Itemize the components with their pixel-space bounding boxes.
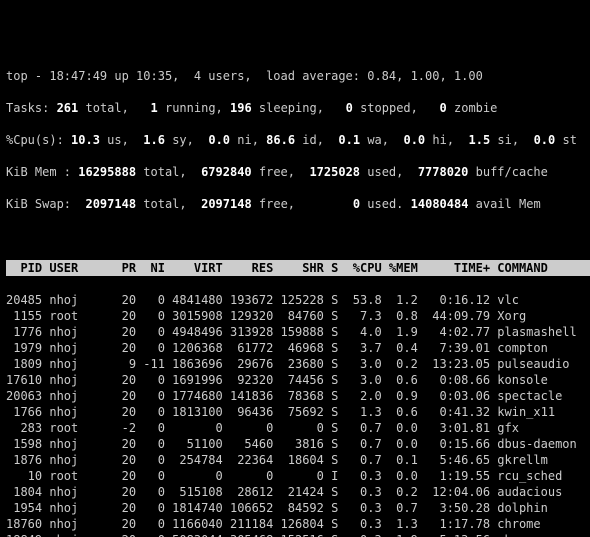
cpu-line: %Cpu(s): 10.3 us, 1.6 sy, 0.0 ni, 86.6 i… bbox=[6, 132, 590, 148]
blank-line bbox=[6, 228, 590, 244]
process-row[interactable]: 18760 nhoj 20 0 1166040 211184 126804 S … bbox=[6, 516, 590, 532]
process-row[interactable]: 20485 nhoj 20 0 4841480 193672 125228 S … bbox=[6, 292, 590, 308]
process-row[interactable]: 17610 nhoj 20 0 1691996 92320 74456 S 3.… bbox=[6, 372, 590, 388]
tasks-line: Tasks: 261 total, 1 running, 196 sleepin… bbox=[6, 100, 590, 116]
process-row[interactable]: 1776 nhoj 20 0 4948496 313928 159888 S 4… bbox=[6, 324, 590, 340]
swap-line: KiB Swap: 2097148 total, 2097148 free, 0… bbox=[6, 196, 590, 212]
process-row[interactable]: 1804 nhoj 20 0 515108 28612 21424 S 0.3 … bbox=[6, 484, 590, 500]
process-row[interactable]: 1766 nhoj 20 0 1813100 96436 75692 S 1.3… bbox=[6, 404, 590, 420]
process-row[interactable]: 18849 nhoj 20 0 5083044 305468 152516 S … bbox=[6, 532, 590, 537]
uptime-line: top - 18:47:49 up 10:35, 4 users, load a… bbox=[6, 68, 590, 84]
mem-line: KiB Mem : 16295888 total, 6792840 free, … bbox=[6, 164, 590, 180]
process-row[interactable]: 1979 nhoj 20 0 1206368 61772 46968 S 3.7… bbox=[6, 340, 590, 356]
process-row[interactable]: 20063 nhoj 20 0 1774680 141836 78368 S 2… bbox=[6, 388, 590, 404]
process-row[interactable]: 1954 nhoj 20 0 1814740 106652 84592 S 0.… bbox=[6, 500, 590, 516]
process-row[interactable]: 1809 nhoj 9 -11 1863696 29676 23680 S 3.… bbox=[6, 356, 590, 372]
process-row[interactable]: 1876 nhoj 20 0 254784 22364 18604 S 0.7 … bbox=[6, 452, 590, 468]
process-row[interactable]: 1598 nhoj 20 0 51100 5460 3816 S 0.7 0.0… bbox=[6, 436, 590, 452]
process-list[interactable]: 20485 nhoj 20 0 4841480 193672 125228 S … bbox=[6, 292, 590, 537]
process-row[interactable]: 1155 root 20 0 3015908 129320 84760 S 7.… bbox=[6, 308, 590, 324]
process-row[interactable]: 10 root 20 0 0 0 0 I 0.3 0.0 1:19.55 rcu… bbox=[6, 468, 590, 484]
column-header[interactable]: PID USER PR NI VIRT RES SHR S %CPU %MEM … bbox=[6, 260, 590, 276]
process-row[interactable]: 283 root -2 0 0 0 0 S 0.7 0.0 3:01.81 gf… bbox=[6, 420, 590, 436]
